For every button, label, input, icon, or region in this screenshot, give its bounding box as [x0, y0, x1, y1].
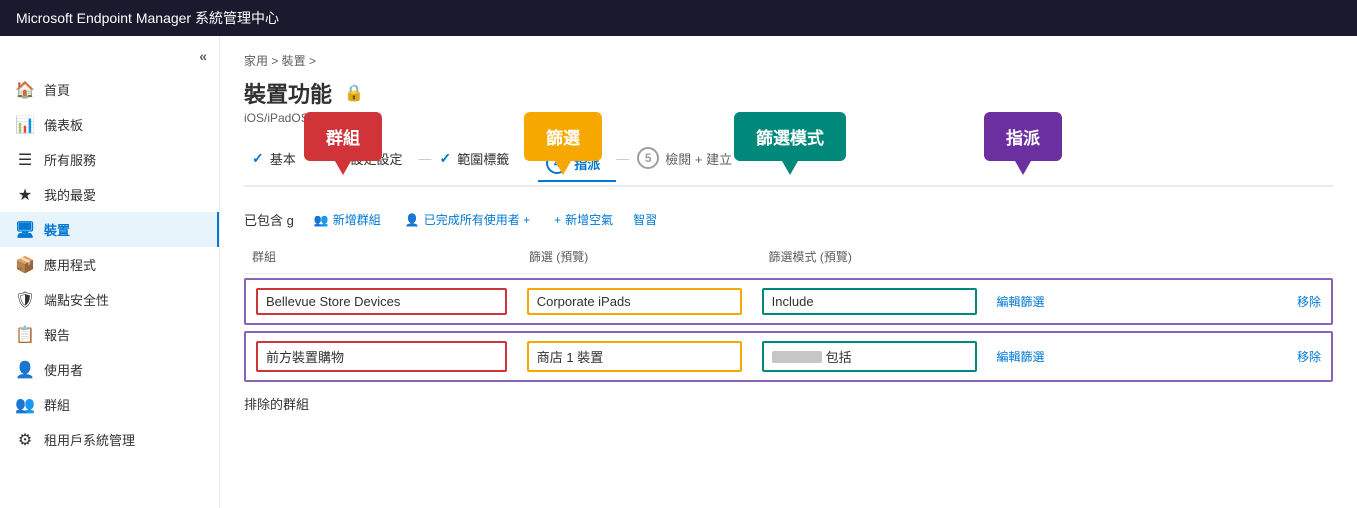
row1-filter-mode: Include	[762, 288, 977, 315]
row2-edit-filter[interactable]: 編輯篩選	[997, 348, 1045, 365]
reports-icon: 📋	[16, 326, 34, 344]
step-check-icon3: ✓	[440, 150, 452, 167]
callout-filter-mode: 篩選模式	[734, 112, 846, 161]
row1-remove[interactable]: 移除	[1297, 293, 1321, 310]
content-area: 家用 > 裝置 > 裝置功能 🔒 iOS/iPadOS ✓ 基本 — ✓ 設定設…	[220, 36, 1357, 508]
table-header: 群組 篩選 (預覽) 篩選模式 (預覽)	[244, 240, 1333, 274]
add-blank-button[interactable]: + 新增空氣	[550, 207, 617, 232]
col-header-filter: 篩選 (預覽)	[521, 244, 761, 269]
col-header-actions	[1000, 244, 1333, 269]
shield-icon: 🛡	[16, 291, 34, 309]
top-bar: Microsoft Endpoint Manager 系統管理中心	[0, 0, 1357, 36]
step-check-icon: ✓	[252, 150, 264, 167]
add-blank-icon: +	[554, 213, 561, 227]
sidebar-item-groups[interactable]: 👥 群組	[0, 387, 219, 422]
sidebar-item-favorites[interactable]: ★ 我的最愛	[0, 177, 219, 212]
col-header-filter-mode: 篩選模式 (預覽)	[761, 244, 1001, 269]
add-group-button[interactable]: 👥 新增群組	[310, 207, 385, 232]
tenant-icon: ⚙	[16, 431, 34, 449]
sidebar-item-all-services[interactable]: ☰ 所有服務	[0, 142, 219, 177]
sidebar-item-endpoint-security[interactable]: 🛡 端點安全性	[0, 282, 219, 317]
callout-assign: 指派	[984, 112, 1062, 161]
sidebar-item-reports[interactable]: 📋 報告	[0, 317, 219, 352]
page-title: 裝置功能	[244, 77, 332, 109]
step-review-label: 檢閱 + 建立	[665, 149, 732, 168]
favorites-icon: ★	[16, 186, 34, 204]
step-basics[interactable]: ✓ 基本	[244, 143, 312, 174]
included-label: 已包含 g	[244, 210, 294, 229]
add-all-users-button[interactable]: 👤 已完成所有使用者 +	[401, 207, 534, 232]
step-review[interactable]: 5 檢閱 + 建立	[629, 141, 748, 175]
smart-label: 智習	[633, 211, 657, 228]
table-row: Bellevue Store Devices Corporate iPads I…	[244, 278, 1333, 325]
row1-edit-filter[interactable]: 編輯篩選	[997, 293, 1045, 310]
sidebar-collapse[interactable]: «	[0, 44, 219, 72]
row2-group: 前方裝置購物	[256, 341, 507, 372]
add-group-icon: 👥	[314, 213, 329, 227]
sidebar-item-dashboard[interactable]: 📊 儀表板	[0, 107, 219, 142]
exclude-label: 排除的群組	[244, 394, 1333, 413]
table-row: 前方裝置購物 商店 1 裝置 包括 編輯篩選 移除	[244, 331, 1333, 382]
sidebar-item-devices[interactable]: 🖥 裝置	[0, 212, 219, 247]
add-all-users-icon: 👤	[405, 213, 420, 227]
dashboard-icon: 📊	[16, 116, 34, 134]
step-scope-label: 範圍標籤	[457, 149, 509, 168]
home-icon: 🏠	[16, 81, 34, 99]
groups-icon: 👥	[16, 396, 34, 414]
user-icon: 👤	[16, 361, 34, 379]
apps-icon: 📦	[16, 256, 34, 274]
col-header-group: 群組	[244, 244, 521, 269]
lock-icon: 🔒	[344, 83, 364, 103]
page-title-row: 裝置功能 🔒	[244, 77, 1333, 109]
sidebar-item-home[interactable]: 🏠 首頁	[0, 72, 219, 107]
row2-filter-mode-blur	[772, 351, 822, 363]
row1-group: Bellevue Store Devices	[256, 288, 507, 315]
all-services-icon: ☰	[16, 151, 34, 169]
sidebar-item-apps[interactable]: 📦 應用程式	[0, 247, 219, 282]
callout-group: 群組	[304, 112, 382, 161]
callout-filter: 篩選	[524, 112, 602, 161]
step-scope[interactable]: ✓ 範圍標籤	[432, 143, 526, 174]
sidebar-item-users[interactable]: 👤 使用者	[0, 352, 219, 387]
app-title: Microsoft Endpoint Manager 系統管理中心	[16, 8, 279, 28]
step-basics-label: 基本	[270, 149, 296, 168]
devices-icon: 🖥	[16, 221, 34, 239]
row2-filter-mode: 包括	[826, 347, 852, 366]
breadcrumb: 家用 > 裝置 >	[244, 52, 1333, 69]
sidebar-item-tenant-admin[interactable]: ⚙ 租用戶系統管理	[0, 422, 219, 457]
sidebar: « 🏠 首頁 📊 儀表板 ☰ 所有服務 ★ 我的最愛 🖥 裝置 📦 應用程式 🛡	[0, 36, 220, 508]
row2-remove[interactable]: 移除	[1297, 348, 1321, 365]
step-review-number: 5	[637, 147, 659, 169]
row1-filter: Corporate iPads	[527, 288, 742, 315]
row2-filter: 商店 1 裝置	[527, 341, 742, 372]
